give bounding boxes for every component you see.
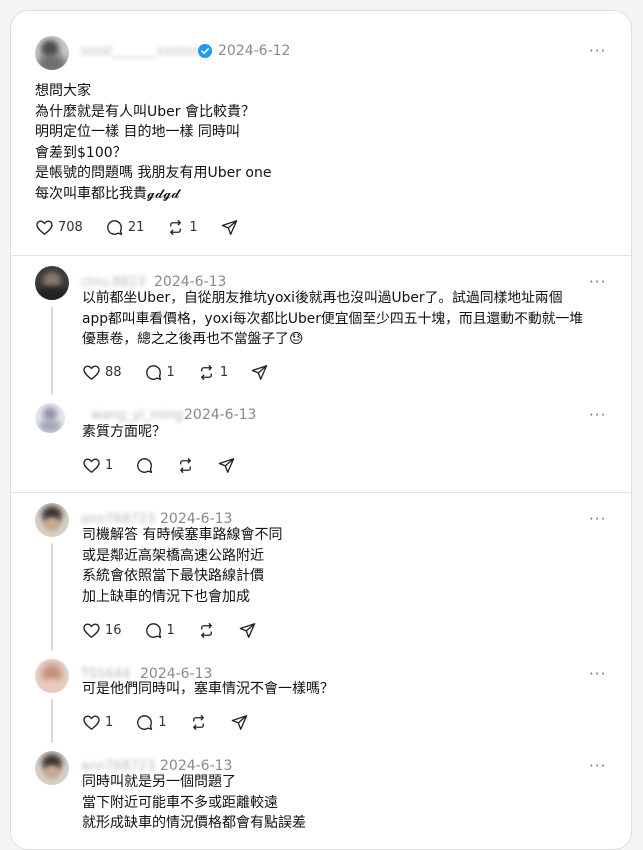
thread-line <box>51 543 53 651</box>
like-button[interactable]: 1 <box>82 713 113 732</box>
repost-arrows-icon <box>180 457 192 473</box>
send-paper-plane-icon <box>221 219 237 235</box>
like-count: 708 <box>58 219 83 235</box>
avatar[interactable] <box>35 403 65 433</box>
share-button[interactable] <box>238 621 257 640</box>
like-button[interactable]: 1 <box>82 456 113 475</box>
comment-bubble-icon <box>137 457 153 473</box>
share-button[interactable] <box>220 218 239 237</box>
post-date: 2024-6-12 <box>218 43 291 59</box>
send-paper-plane-icon <box>239 622 256 638</box>
comment-bubble-icon <box>145 622 161 638</box>
divider <box>11 492 631 493</box>
heart-icon <box>83 714 100 730</box>
divider <box>11 255 631 256</box>
share-button[interactable] <box>217 456 236 475</box>
like-count: 16 <box>105 622 122 638</box>
username-blurred[interactable]: ssssl_______ssssss <box>81 44 198 59</box>
reply-count: 1 <box>166 364 175 380</box>
reply-actions: 16 1 <box>82 619 279 641</box>
reply-button[interactable] <box>135 456 154 475</box>
comment-bubble-icon <box>106 219 122 235</box>
repost-button[interactable] <box>197 621 216 640</box>
verified-badge-icon <box>198 44 212 58</box>
like-button[interactable]: 16 <box>82 621 122 640</box>
share-button[interactable] <box>230 713 249 732</box>
reply-text: 司機解答 有時候塞車路線會不同 或是鄰近高架橋高速公路附近 系統會依照當下最快路… <box>82 527 283 605</box>
avatar[interactable] <box>35 503 69 537</box>
more-options-icon[interactable]: ··· <box>589 42 606 60</box>
heart-icon <box>36 219 53 235</box>
reply-button[interactable]: 1 <box>144 363 175 382</box>
avatar[interactable] <box>35 266 69 300</box>
post-text: 想問大家 為什麼就是有人叫Uber 會比較貴？ 明明定位一樣 目的地一樣 同時叫… <box>35 83 272 202</box>
reply-text: 素質方面呢？ <box>82 424 166 440</box>
more-options-icon[interactable]: ··· <box>589 510 606 528</box>
reply-actions: 1 <box>82 454 258 476</box>
repost-arrows-icon <box>200 622 212 638</box>
more-options-icon[interactable]: ··· <box>589 406 606 424</box>
repost-button[interactable]: 1 <box>197 363 228 382</box>
repost-button[interactable] <box>176 456 195 475</box>
reply-button[interactable]: 21 <box>105 218 145 237</box>
send-paper-plane-icon <box>251 364 268 380</box>
reply-text: 同時叫就是另一個問題了 當下附近可能車不多或距離較遠 就形成缺車的情況價格都會有… <box>82 774 306 831</box>
reply-button[interactable]: 1 <box>135 713 167 732</box>
repost-arrows-icon <box>170 219 182 235</box>
more-options-icon[interactable]: ··· <box>589 757 606 775</box>
heart-icon <box>83 622 100 638</box>
avatar[interactable] <box>35 659 69 693</box>
avatar[interactable] <box>35 36 69 70</box>
more-options-icon[interactable]: ··· <box>589 273 606 291</box>
thread-line <box>51 699 53 743</box>
heart-icon <box>83 364 100 380</box>
avatar[interactable] <box>35 751 69 785</box>
repost-button[interactable]: 1 <box>166 218 198 237</box>
reply-count: 1 <box>158 714 167 730</box>
like-count: 1 <box>105 457 114 473</box>
repost-button[interactable] <box>189 713 208 732</box>
reply-button[interactable]: 1 <box>144 621 175 640</box>
post-actions: 708 21 1 <box>35 216 261 238</box>
reply-actions: 88 1 1 <box>82 361 291 383</box>
repost-arrows-icon <box>192 714 204 730</box>
username-blurred[interactable]: wang_yi_ming <box>91 408 183 423</box>
thread-card: ssssl_______ssssss 2024-6-12 ··· 想問大家 為什… <box>10 10 632 850</box>
like-button[interactable]: 88 <box>82 363 122 382</box>
repost-count: 1 <box>219 364 229 380</box>
repost-count: 1 <box>189 219 198 235</box>
like-count: 88 <box>105 364 122 380</box>
more-options-icon[interactable]: ··· <box>589 665 606 683</box>
reply-date: 2024-6-13 <box>184 407 257 423</box>
like-count: 1 <box>105 714 114 730</box>
reply-count: 1 <box>166 622 175 638</box>
repost-arrows-icon <box>200 364 212 380</box>
reply-text: 以前都坐Uber，自從朋友推坑yoxi後就再也沒叫過Uber了。試過同樣地址兩個… <box>82 290 584 347</box>
send-paper-plane-icon <box>231 714 247 730</box>
reply-count: 21 <box>127 219 145 235</box>
thread-line <box>51 307 53 395</box>
like-button[interactable]: 708 <box>35 218 83 237</box>
send-paper-plane-icon <box>218 457 235 473</box>
share-button[interactable] <box>250 363 269 382</box>
reply-actions: 1 1 <box>82 711 271 733</box>
reply-text: 可是他們同時叫，塞車情況不會一樣嗎？ <box>82 681 334 697</box>
comment-bubble-icon <box>137 714 153 730</box>
comment-bubble-icon <box>145 364 161 380</box>
heart-icon <box>83 457 100 473</box>
